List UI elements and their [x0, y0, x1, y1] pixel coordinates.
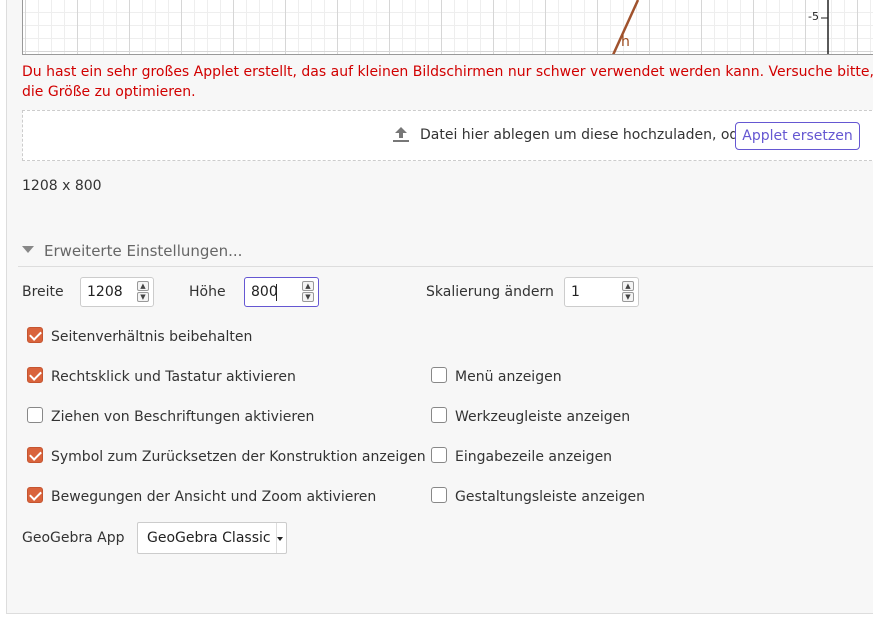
applet-preview[interactable]: -5 h [22, 0, 873, 55]
advanced-settings-label: Erweiterte Einstellungen... [44, 242, 243, 260]
upload-icon [393, 127, 409, 142]
drag-labels-checkbox[interactable] [27, 407, 43, 423]
show-input-bar-checkbox[interactable] [431, 447, 447, 463]
height-decrement-button[interactable]: ▼ [302, 292, 314, 302]
drop-text: Datei hier ablegen um diese hochzuladen,… [420, 127, 753, 143]
reset-icon-label: Symbol zum Zurücksetzen der Konstruktion… [51, 449, 426, 465]
width-increment-button[interactable]: ▲ [137, 281, 149, 291]
scale-input[interactable]: 1 ▲ ▼ [564, 277, 639, 307]
height-increment-button[interactable]: ▲ [302, 281, 314, 291]
divider [18, 266, 873, 267]
width-label: Breite [22, 284, 64, 300]
chevron-down-icon [277, 537, 283, 541]
keep-ratio-label: Seitenverhältnis beibehalten [51, 329, 253, 345]
scale-label: Skalierung ändern [426, 284, 554, 300]
width-value: 1208 [87, 284, 123, 300]
app-label: GeoGebra App [22, 530, 125, 546]
scale-increment-button[interactable]: ▲ [622, 281, 634, 291]
show-toolbar-label: Werkzeugleiste anzeigen [455, 409, 631, 425]
pan-zoom-label: Bewegungen der Ansicht und Zoom aktivier… [51, 489, 377, 505]
scale-value: 1 [571, 284, 580, 300]
scale-spinner[interactable]: ▲ ▼ [622, 281, 634, 303]
curve-label: h [621, 34, 630, 50]
app-select[interactable]: GeoGebra Classic [137, 522, 287, 554]
applet-dimensions: 1208 x 800 [22, 178, 102, 194]
height-input[interactable]: 800 ▲ ▼ [244, 277, 319, 307]
show-menu-label: Menü anzeigen [455, 369, 562, 385]
keep-ratio-checkbox[interactable] [27, 327, 43, 343]
graphics-svg [612, 0, 829, 54]
show-input-bar-label: Eingabezeile anzeigen [455, 449, 613, 465]
right-click-checkbox[interactable] [27, 367, 43, 383]
height-value: 800 [251, 284, 278, 300]
width-decrement-button[interactable]: ▼ [137, 292, 149, 302]
right-click-label: Rechtsklick und Tastatur aktivieren [51, 369, 296, 385]
app-select-value: GeoGebra Classic [147, 530, 271, 546]
show-style-bar-checkbox[interactable] [431, 487, 447, 503]
upload-dropzone[interactable]: Datei hier ablegen um diese hochzuladen,… [22, 110, 873, 161]
show-toolbar-checkbox[interactable] [431, 407, 447, 423]
show-menu-checkbox[interactable] [431, 367, 447, 383]
y-tick-label: -5 [808, 10, 819, 23]
chevron-down-icon [22, 246, 34, 253]
reset-icon-checkbox[interactable] [27, 447, 43, 463]
size-warning: Du hast ein sehr großes Applet erstellt,… [22, 64, 873, 100]
show-style-bar-label: Gestaltungsleiste anzeigen [455, 489, 646, 505]
replace-applet-button[interactable]: Applet ersetzen [735, 122, 860, 150]
advanced-settings-toggle[interactable]: Erweiterte Einstellungen... [22, 242, 242, 260]
width-spinner[interactable]: ▲ ▼ [137, 281, 149, 303]
drag-labels-label: Ziehen von Beschriftungen aktivieren [51, 409, 315, 425]
width-input[interactable]: 1208 ▲ ▼ [80, 277, 154, 307]
scale-decrement-button[interactable]: ▼ [622, 292, 634, 302]
height-label: Höhe [189, 284, 226, 300]
pan-zoom-checkbox[interactable] [27, 487, 43, 503]
height-spinner[interactable]: ▲ ▼ [302, 281, 314, 303]
text-caret [276, 284, 277, 301]
